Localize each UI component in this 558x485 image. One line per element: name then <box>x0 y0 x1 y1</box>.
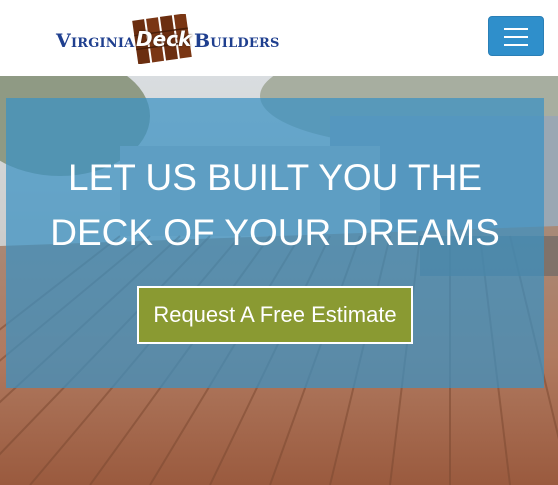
logo-word-virginia: Virginia <box>56 30 135 52</box>
request-estimate-button[interactable]: Request A Free Estimate <box>137 286 413 344</box>
hero-headline: LET US BUILT YOU THE DECK OF YOUR DREAMS <box>6 150 544 260</box>
headline-line-2: DECK OF YOUR DREAMS <box>50 212 500 253</box>
site-logo[interactable]: Virginia Deck Builders <box>56 14 279 66</box>
menu-toggle-button[interactable] <box>488 16 544 56</box>
logo-word-deck: Deck <box>136 27 192 51</box>
headline-line-1: LET US BUILT YOU THE <box>68 157 482 198</box>
hero-overlay-panel: LET US BUILT YOU THE DECK OF YOUR DREAMS… <box>6 98 544 388</box>
hero-section: LET US BUILT YOU THE DECK OF YOUR DREAMS… <box>0 76 558 485</box>
site-header: Virginia Deck Builders <box>0 0 558 77</box>
logo-word-builders: Builders <box>194 30 280 52</box>
